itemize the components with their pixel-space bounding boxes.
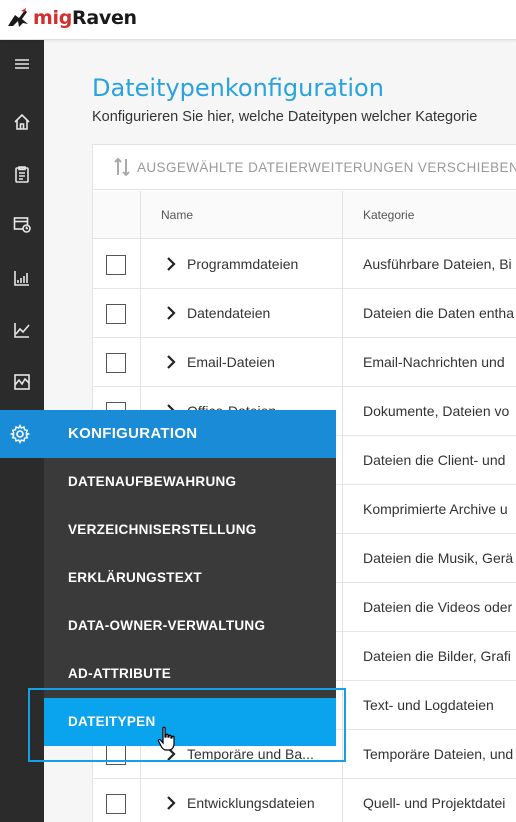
logo-text-mig: mig xyxy=(33,7,73,29)
menu-item-ad-attribute[interactable]: AD-ATTRIBUTE xyxy=(44,650,336,698)
menu-item-data-owner-verwaltung[interactable]: DATA-OWNER-VERWALTUNG xyxy=(44,602,336,650)
menu-item-erklaerungstext[interactable]: ERKLÄRUNGSTEXT xyxy=(44,554,336,602)
table-row[interactable]: Entwicklungsdateien Quell- und Projektdat… xyxy=(93,779,516,822)
row-category: Temporäre Dateien, und xyxy=(363,746,514,762)
row-category: Quell- und Projektdatei xyxy=(363,795,506,811)
move-extensions-button[interactable]: AUSGEWÄHLTE DATEIERWEITERUNGEN VERSCHIEB… xyxy=(93,145,516,190)
table-row[interactable]: Email-Dateien Email-Nachrichten und xyxy=(93,338,516,387)
clipboard-icon[interactable] xyxy=(0,154,44,194)
row-name: Datendateien xyxy=(187,305,271,321)
expand-chevron-icon[interactable] xyxy=(165,354,177,370)
menu-item-verzeichniserstellung[interactable]: VERZEICHNISERSTELLUNG xyxy=(44,506,336,554)
row-name: Entwicklungsdateien xyxy=(187,795,315,811)
row-category: Dateien die Musik, Gerä xyxy=(363,550,514,566)
home-icon[interactable] xyxy=(0,102,44,142)
logo-text-raven: Raven xyxy=(72,7,137,29)
row-category: Dokumente, Dateien vo xyxy=(363,403,510,419)
row-category: Dateien die Videos oder xyxy=(363,599,513,615)
row-name: Email-Dateien xyxy=(187,354,275,370)
row-category: Dateien die Client- und xyxy=(363,452,506,468)
migraven-logo[interactable]: migRaven xyxy=(6,6,137,30)
line-chart-icon[interactable] xyxy=(0,310,44,350)
menu-item-dateitypen[interactable]: DATEITYPEN xyxy=(44,698,336,746)
raven-logo-icon xyxy=(8,8,28,27)
expand-chevron-icon[interactable] xyxy=(165,795,177,811)
column-header-category[interactable]: Kategorie xyxy=(363,191,414,239)
page-title: Dateitypenkonfiguration xyxy=(92,74,384,102)
config-menu-title: KONFIGURATION xyxy=(68,425,198,442)
top-header: migRaven xyxy=(0,0,516,40)
table-row[interactable]: Programmdateien Ausführbare Dateien, Bi xyxy=(93,240,516,289)
menu-item-datenaufbewahrung[interactable]: DATENAUFBEWAHRUNG xyxy=(44,458,336,506)
row-category: Dateien die Daten entha xyxy=(363,305,514,321)
row-category: Dateien die Bilder, Grafi xyxy=(363,648,511,664)
table-row[interactable]: Datendateien Dateien die Daten entha xyxy=(93,289,516,338)
row-category: Email-Nachrichten und xyxy=(363,354,505,370)
row-checkbox[interactable] xyxy=(106,304,126,324)
sort-arrows-icon xyxy=(114,157,130,177)
activity-chart-icon[interactable] xyxy=(0,362,44,402)
gear-icon xyxy=(10,424,30,444)
config-flyout-menu: DATENAUFBEWAHRUNG VERZEICHNISERSTELLUNG … xyxy=(44,458,336,746)
row-category: Komprimierte Archive u xyxy=(363,501,508,517)
column-divider xyxy=(342,191,343,822)
row-checkbox[interactable] xyxy=(106,745,126,765)
menu-icon[interactable] xyxy=(0,44,44,84)
row-category: Ausführbare Dateien, Bi xyxy=(363,256,512,272)
row-checkbox[interactable] xyxy=(106,794,126,814)
expand-chevron-icon[interactable] xyxy=(165,305,177,321)
move-extensions-label: AUSGEWÄHLTE DATEIERWEITERUNGEN VERSCHIEB… xyxy=(137,159,516,175)
page-subtitle: Konfigurieren Sie hier, welche Dateitype… xyxy=(92,109,478,125)
hand-pointer-cursor-icon xyxy=(157,726,175,751)
table-header: Name Kategorie xyxy=(93,191,516,239)
expand-chevron-icon[interactable] xyxy=(165,256,177,272)
row-checkbox[interactable] xyxy=(106,353,126,373)
row-name: Programmdateien xyxy=(187,256,299,272)
bar-chart-icon[interactable] xyxy=(0,258,44,298)
row-category: Text- und Logdateien xyxy=(363,697,494,713)
calendar-clock-icon[interactable] xyxy=(0,204,44,244)
config-menu-header[interactable]: KONFIGURATION xyxy=(0,410,336,458)
column-header-name[interactable]: Name xyxy=(161,191,193,239)
row-checkbox[interactable] xyxy=(106,255,126,275)
